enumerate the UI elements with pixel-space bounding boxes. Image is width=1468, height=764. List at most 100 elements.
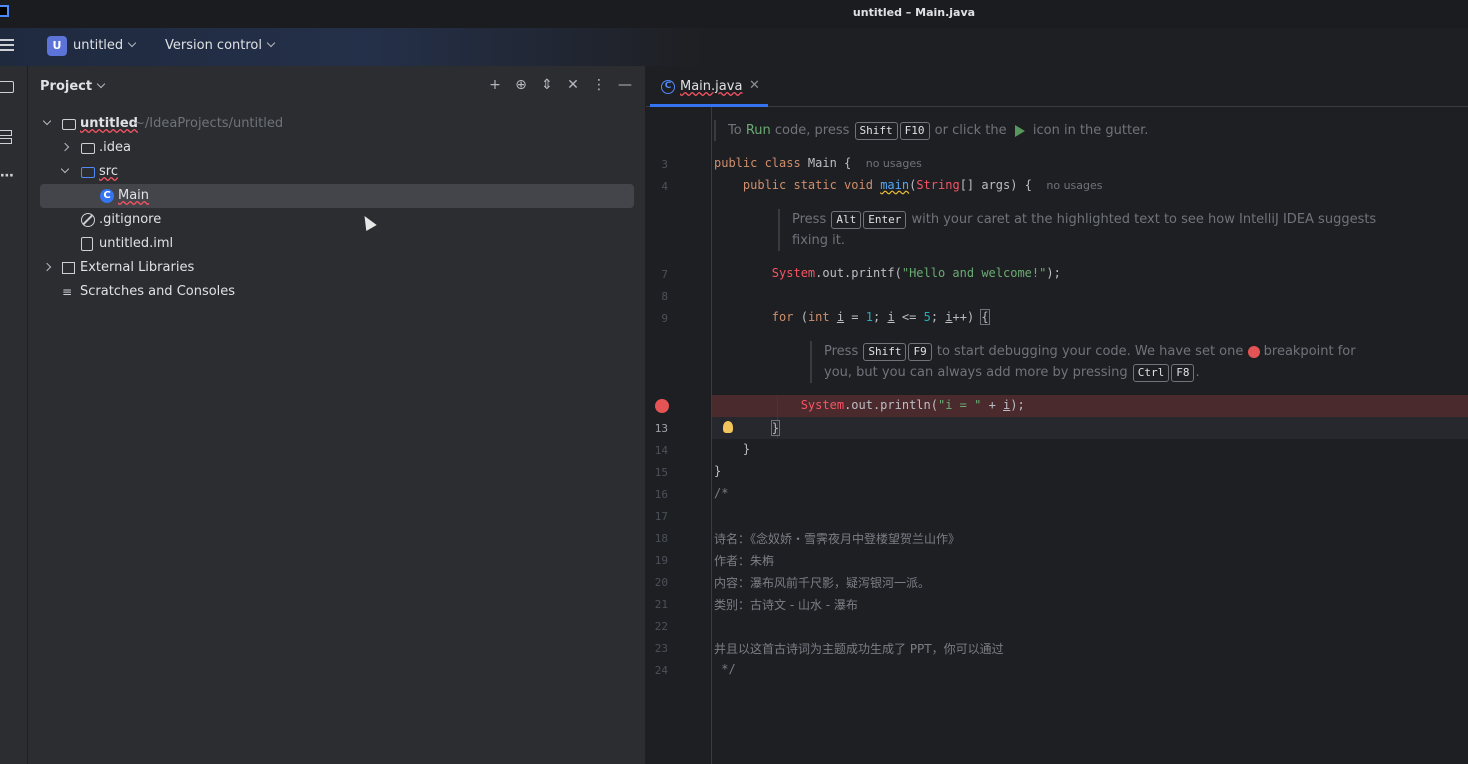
- collapse-all-icon[interactable]: ✕: [565, 77, 581, 93]
- project-folder-icon[interactable]: [0, 78, 20, 98]
- tab-main-java[interactable]: C Main.java ✕: [650, 66, 768, 107]
- folder-icon: [81, 143, 95, 154]
- line-number: 7: [661, 268, 668, 281]
- tree-item-src[interactable]: src: [28, 160, 646, 184]
- code-line-23[interactable]: 并且以这首古诗词为主题成功生成了 PPT，你可以通过: [714, 640, 1004, 657]
- tree-item-main[interactable]: C Main: [40, 184, 634, 208]
- panel-title[interactable]: Project: [40, 79, 106, 94]
- code-line-15[interactable]: }: [714, 464, 721, 478]
- breakpoint-icon[interactable]: [655, 399, 669, 413]
- tab-label: Main.java: [680, 79, 743, 94]
- inlay-doc-debug: Press Shift F9 to start debugging your co…: [810, 341, 1370, 383]
- shift-key: Shift: [863, 343, 907, 361]
- ignore-file-icon: [81, 213, 95, 227]
- editor: C Main.java ✕ 3 4 7 8 9 13 14 15 16 17 1…: [646, 66, 1468, 764]
- active-tab-indicator: [650, 104, 768, 107]
- line-number: 3: [661, 158, 668, 171]
- usage-hint[interactable]: no usages: [866, 157, 922, 170]
- project-badge[interactable]: U: [47, 36, 67, 56]
- tree-item-iml[interactable]: untitled.iml: [28, 232, 646, 256]
- locate-icon[interactable]: ⊕: [513, 77, 529, 93]
- f9-key: F9: [908, 343, 932, 361]
- project-name: untitled: [73, 38, 124, 53]
- line-number: 18: [654, 532, 668, 545]
- options-icon[interactable]: ⋮: [591, 77, 607, 93]
- line-number: 21: [654, 598, 668, 611]
- idea-label: .idea: [99, 140, 131, 155]
- structure-icon[interactable]: [0, 128, 20, 148]
- tree-item-root[interactable]: untitled ~/IdeaProjects/untitled: [28, 112, 646, 136]
- code-line-4[interactable]: public static void main(String[] args) {…: [714, 178, 1103, 192]
- usage-hint[interactable]: no usages: [1046, 179, 1102, 192]
- code-line-14[interactable]: }: [714, 442, 750, 456]
- inlay-doc-run: To Run code, press Shift F10 or click the…: [714, 120, 1148, 141]
- current-line-highlight: [712, 417, 1468, 439]
- main-toolbar: U untitled Version control: [0, 28, 1468, 66]
- line-number: 24: [654, 664, 668, 677]
- chevron-down-icon: [266, 38, 276, 48]
- hide-icon[interactable]: —: [617, 77, 633, 93]
- file-icon: [81, 237, 93, 251]
- code-line-19[interactable]: 作者：朱栴: [714, 552, 774, 569]
- code-line-18[interactable]: 诗名：《念奴娇・雪霁夜月中登楼望贺兰山作》: [714, 530, 960, 547]
- new-file-icon[interactable]: +: [487, 77, 503, 93]
- title-bar: untitled – Main.java: [0, 0, 1468, 28]
- code-line-20[interactable]: 内容：瀑布风前千尺影，疑泻银河一派。: [714, 574, 930, 591]
- shift-key: Shift: [854, 122, 898, 140]
- line-number: 23: [654, 642, 668, 655]
- inlay-doc-alt-enter: Press Alt Enter with your caret at the hi…: [778, 209, 1398, 251]
- code-line-12[interactable]: System.out.println("i = " + i);: [714, 398, 1025, 412]
- code-line-3[interactable]: public class Main { no usages: [714, 156, 922, 170]
- library-icon: [62, 262, 75, 274]
- more-tools-icon[interactable]: ⋯: [0, 168, 20, 188]
- code-line-7[interactable]: System.out.printf("Hello and welcome!");: [714, 266, 1061, 280]
- source-folder-icon: [81, 167, 95, 178]
- tree-item-idea[interactable]: .idea: [28, 136, 646, 160]
- tool-window-stripe: ⋯: [0, 66, 28, 764]
- code-line-9[interactable]: for (int i = 1; i <= 5; i++) {: [714, 309, 990, 325]
- panel-actions: + ⊕ ⇕ ✕ ⋮ —: [487, 77, 633, 93]
- line-number: 15: [654, 466, 668, 479]
- chevron-down-icon[interactable]: [60, 164, 70, 174]
- code-line-13[interactable]: }: [714, 419, 781, 436]
- version-control-menu[interactable]: Version control: [165, 38, 276, 53]
- project-tool-window: Project + ⊕ ⇕ ✕ ⋮ — untitled ~/IdeaProje…: [28, 66, 646, 764]
- chevron-down-icon[interactable]: [42, 116, 52, 126]
- external-libraries-label: External Libraries: [80, 260, 195, 275]
- module-folder-icon: [62, 119, 76, 130]
- line-number: 22: [654, 620, 668, 633]
- chevron-down-icon: [127, 38, 137, 48]
- iml-label: untitled.iml: [99, 236, 174, 251]
- class-icon: C: [100, 189, 114, 203]
- project-switcher[interactable]: untitled: [73, 38, 137, 53]
- vcs-label: Version control: [165, 38, 262, 53]
- gitignore-label: .gitignore: [99, 212, 162, 227]
- close-icon[interactable]: ✕: [749, 78, 760, 93]
- line-number: 17: [654, 510, 668, 523]
- chevron-right-icon[interactable]: [60, 142, 70, 152]
- line-number: 16: [654, 488, 668, 501]
- code-line-24[interactable]: */: [714, 662, 735, 676]
- src-label: src: [99, 164, 118, 179]
- main-label: Main: [118, 188, 150, 203]
- chevron-down-icon: [96, 79, 106, 89]
- panel-title-label: Project: [40, 79, 93, 94]
- class-icon: C: [661, 80, 675, 94]
- expand-all-icon[interactable]: ⇕: [539, 77, 555, 93]
- tree-item-external-libraries[interactable]: External Libraries: [28, 256, 646, 280]
- root-path: ~/IdeaProjects/untitled: [134, 116, 284, 131]
- line-number: 20: [654, 576, 668, 589]
- breakpoint-icon: [1247, 345, 1260, 358]
- window-title: untitled – Main.java: [852, 6, 976, 19]
- tree-item-scratches[interactable]: ≡ Scratches and Consoles: [28, 280, 646, 304]
- text-caret: [779, 420, 781, 436]
- line-number: 8: [661, 290, 668, 303]
- code-line-21[interactable]: 类别：古诗文 - 山水 - 瀑布: [714, 596, 858, 613]
- code-line-16[interactable]: /*: [714, 486, 728, 500]
- tree-item-gitignore[interactable]: .gitignore: [28, 208, 646, 232]
- main-menu-icon[interactable]: [0, 39, 14, 53]
- alt-key: Alt: [831, 211, 862, 229]
- chevron-right-icon[interactable]: [42, 262, 52, 272]
- line-number: 4: [661, 180, 668, 193]
- root-label: untitled: [80, 116, 138, 131]
